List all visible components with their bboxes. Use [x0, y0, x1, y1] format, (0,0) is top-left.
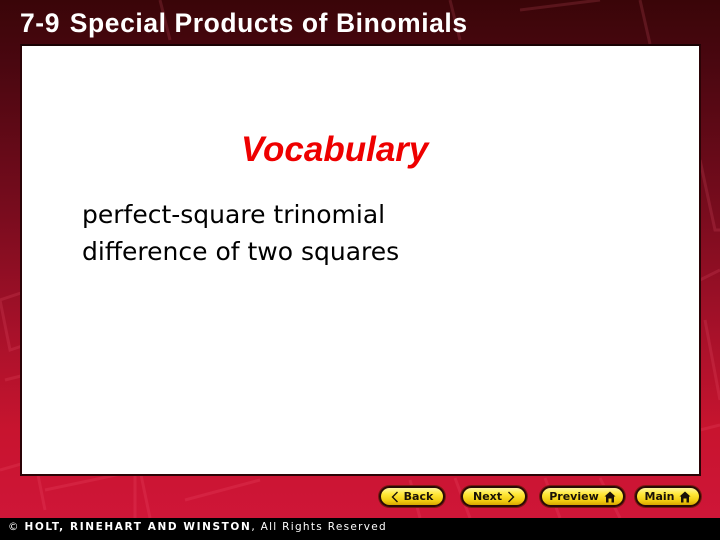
back-label: Back — [403, 490, 434, 503]
next-button[interactable]: Next — [461, 486, 527, 507]
main-label: Main — [644, 490, 675, 503]
vocabulary-heading: Vocabulary — [241, 130, 429, 169]
home-icon — [604, 491, 616, 503]
slide-title: 7-9 Special Products of Binomials — [20, 8, 468, 39]
preview-button[interactable]: Preview — [540, 486, 625, 507]
preview-label: Preview — [549, 490, 599, 503]
vocabulary-list: perfect-square trinomial difference of t… — [82, 196, 399, 270]
content-panel: Vocabulary perfect-square trinomial diff… — [20, 44, 701, 476]
rights-text: , All Rights Reserved — [251, 521, 387, 533]
slide: 7-9 Special Products of Binomials Vocabul… — [0, 0, 720, 540]
publisher-name: HOLT, RINEHART AND WINSTON — [24, 521, 252, 533]
footer-bar: © HOLT, RINEHART AND WINSTON, All Rights… — [0, 518, 720, 540]
lesson-number: 7-9 — [20, 8, 61, 38]
main-button[interactable]: Main — [635, 486, 701, 507]
home-icon — [679, 491, 691, 503]
next-label: Next — [472, 490, 503, 503]
lesson-title: Special Products of Binomials — [69, 8, 468, 38]
copyright-notice: © HOLT, RINEHART AND WINSTON, All Rights… — [8, 521, 387, 533]
copyright-symbol: © — [8, 521, 20, 533]
vocabulary-term: perfect-square trinomial — [82, 200, 386, 229]
chevron-right-icon — [507, 491, 515, 503]
back-button[interactable]: Back — [379, 486, 445, 507]
vocabulary-term: difference of two squares — [82, 237, 400, 266]
chevron-left-icon — [391, 491, 399, 503]
